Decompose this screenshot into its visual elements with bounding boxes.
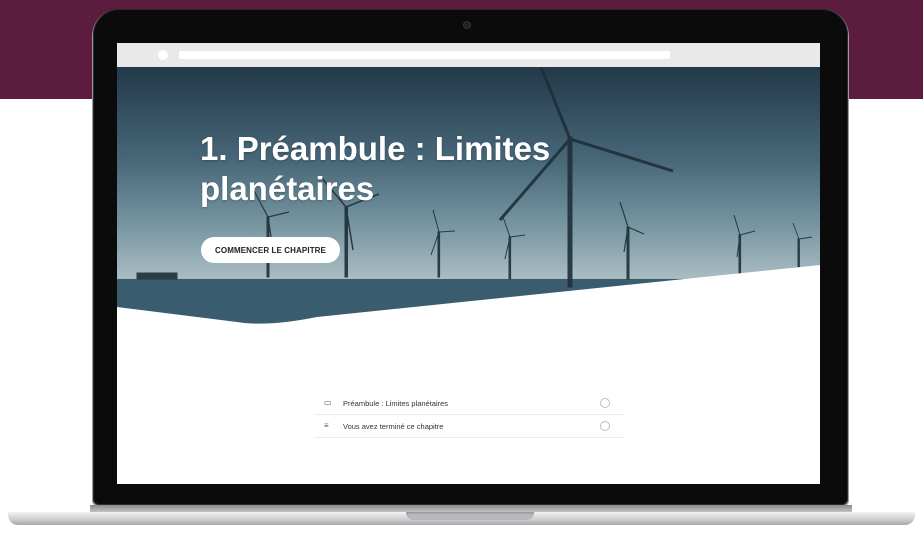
list-item[interactable]: ≡ Vous avez terminé ce chapitre bbox=[314, 415, 623, 438]
text-lines-icon: ≡ bbox=[324, 421, 329, 430]
completion-circle-icon bbox=[600, 398, 610, 408]
laptop-notch bbox=[406, 512, 534, 520]
hero-banner: 1. Préambule : Limites planétaires COMME… bbox=[117, 67, 820, 337]
browser-bar bbox=[117, 43, 820, 67]
laptop-bezel: 1. Préambule : Limites planétaires COMME… bbox=[93, 9, 848, 505]
completion-circle-icon bbox=[600, 421, 610, 431]
camera-icon bbox=[464, 22, 470, 28]
list-item[interactable]: ▭ Préambule : Limites planétaires bbox=[314, 392, 623, 415]
lesson-list: ▭ Préambule : Limites planétaires ≡ Vous… bbox=[314, 392, 623, 438]
lesson-label: Vous avez terminé ce chapitre bbox=[343, 421, 444, 431]
folder-outline-icon: ▭ bbox=[324, 398, 332, 407]
browser-dot bbox=[158, 50, 168, 60]
lesson-label: Préambule : Limites planétaires bbox=[343, 398, 449, 408]
laptop-screen: 1. Préambule : Limites planétaires COMME… bbox=[117, 43, 820, 484]
start-chapter-button[interactable]: COMMENCER LE CHAPITRE bbox=[201, 237, 340, 263]
browser-address-bar[interactable] bbox=[179, 51, 670, 59]
chapter-title: 1. Préambule : Limites planétaires bbox=[200, 130, 551, 207]
